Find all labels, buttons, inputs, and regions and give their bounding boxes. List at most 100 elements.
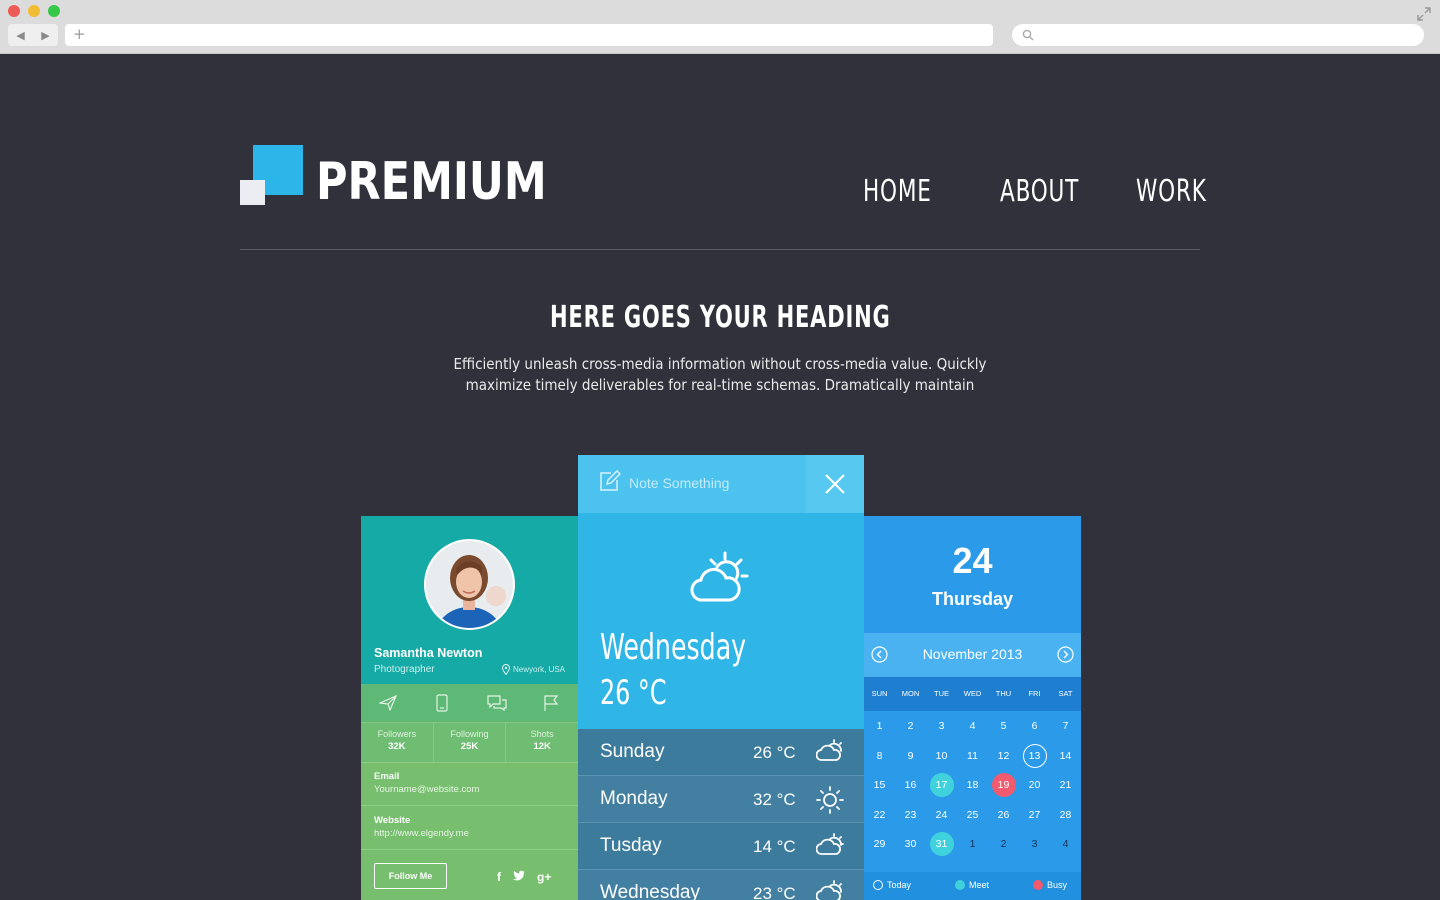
twitter-icon[interactable] [513, 870, 525, 881]
calendar-day[interactable]: 1 [864, 712, 895, 741]
stat-label: Shots [530, 729, 554, 739]
calendar-day[interactable]: 3 [1019, 830, 1050, 859]
calendar-day[interactable]: 28 [1050, 801, 1081, 830]
calendar-day[interactable]: 16 [895, 771, 926, 800]
calendar-day[interactable]: 6 [1019, 712, 1050, 741]
profile-contact: Email Yourname@website.com Website http:… [361, 762, 578, 900]
nav-about[interactable]: ABOUT [1000, 172, 1079, 212]
new-tab-icon[interactable]: + [73, 25, 86, 43]
calendar-day[interactable]: 2 [895, 712, 926, 741]
nav-work[interactable]: WORK [1136, 172, 1207, 212]
note-input[interactable]: Note Something [629, 475, 729, 491]
calendar-day-number: 24 [935, 808, 948, 821]
brand-name[interactable]: PREMIUM [316, 152, 547, 212]
website-label: Website [374, 815, 411, 826]
calendar-day-number: 2 [907, 720, 914, 732]
note-bar: Note Something [578, 455, 864, 513]
legend-today: Today [873, 880, 911, 890]
close-icon [825, 474, 845, 494]
calendar-day[interactable]: 7 [1050, 712, 1081, 741]
address-bar[interactable]: + [65, 24, 993, 46]
calendar-day[interactable]: 15 [864, 771, 895, 800]
calendar-day[interactable]: 22 [864, 801, 895, 830]
avatar[interactable] [424, 539, 515, 630]
calendar-day[interactable]: 19 [988, 771, 1019, 800]
calendar-day[interactable]: 18 [957, 771, 988, 800]
contact-divider [361, 805, 578, 806]
stat-shots[interactable]: Shots 12K [506, 723, 578, 762]
calendar-day[interactable]: 20 [1019, 771, 1050, 800]
stat-label: Followers [377, 729, 417, 739]
calendar-day-number: 11 [967, 749, 978, 762]
calendar-day[interactable]: 25 [957, 801, 988, 830]
calendar-day[interactable]: 3 [926, 712, 957, 741]
calendar-day-number: 31 [929, 832, 954, 856]
location-pin-icon [502, 664, 510, 675]
calendar-day[interactable]: 24 [926, 801, 957, 830]
calendar-day[interactable]: 27 [1019, 801, 1050, 830]
calendar-day[interactable]: 9 [895, 742, 926, 771]
calendar-day[interactable]: 29 [864, 830, 895, 859]
flag-icon[interactable] [524, 684, 578, 722]
calendar-day[interactable]: 23 [895, 801, 926, 830]
email-value[interactable]: Yourname@website.com [374, 784, 479, 795]
forecast-row[interactable]: Wednesday 23 °C [578, 870, 864, 900]
calendar-day[interactable]: 11 [957, 742, 988, 771]
weekday-label: FRI [1028, 689, 1041, 698]
chevron-right-icon[interactable] [1057, 646, 1074, 663]
logo-mark[interactable] [240, 145, 304, 205]
profile-location: Newyork, USA [502, 664, 565, 675]
calendar-day[interactable]: 1 [957, 830, 988, 859]
close-window-button[interactable] [8, 5, 20, 17]
hero-line-1: Efficiently unleash cross-media informat… [453, 355, 987, 373]
forecast-temp: 23 °C [753, 884, 796, 900]
stat-followers[interactable]: Followers 32K [361, 723, 434, 762]
send-icon[interactable] [361, 684, 415, 722]
forecast-row[interactable]: Sunday 26 °C [578, 729, 864, 776]
minimize-window-button[interactable] [28, 5, 40, 17]
phone-icon[interactable] [415, 684, 469, 722]
forecast-temp: 14 °C [753, 837, 796, 856]
forecast-row[interactable]: Tusday 14 °C [578, 823, 864, 870]
calendar-day[interactable]: 2 [988, 830, 1019, 859]
facebook-icon[interactable]: f [497, 870, 501, 884]
calendar-day[interactable]: 4 [957, 712, 988, 741]
calendar-day-number: 26 [997, 808, 1010, 821]
legend-meet: Meet [955, 880, 989, 890]
calendar-day[interactable]: 17 [926, 771, 957, 800]
calendar-card: 24 Thursday November 2013 SUN MON TUE WE… [864, 516, 1081, 900]
back-icon[interactable]: ◀ [16, 29, 24, 42]
forecast-row[interactable]: Monday 32 °C [578, 776, 864, 823]
meet-dot [955, 880, 965, 890]
stat-following[interactable]: Following 25K [434, 723, 507, 762]
maximize-window-button[interactable] [48, 5, 60, 17]
calendar-day[interactable]: 5 [988, 712, 1019, 741]
close-note-button[interactable] [806, 455, 864, 513]
calendar-day[interactable]: 10 [926, 742, 957, 771]
calendar-day-number: 29 [873, 838, 886, 850]
legend-busy: Busy [1033, 880, 1067, 890]
google-plus-icon[interactable]: g+ [537, 870, 551, 884]
weekday-label: SAT [1058, 689, 1073, 698]
chat-icon[interactable] [470, 684, 524, 722]
calendar-day[interactable]: 31 [926, 830, 957, 859]
calendar-day-number: 7 [1062, 720, 1069, 732]
forward-icon[interactable]: ▶ [41, 29, 49, 42]
calendar-day[interactable]: 14 [1050, 742, 1081, 771]
weekday-label: THU [995, 689, 1012, 698]
busy-dot [1033, 880, 1043, 890]
calendar-day[interactable]: 8 [864, 742, 895, 771]
browser-search-input[interactable] [1012, 24, 1424, 46]
calendar-day[interactable]: 26 [988, 801, 1019, 830]
follow-button[interactable]: Follow Me [374, 863, 447, 889]
website-value[interactable]: http://www.elgendy.me [374, 828, 469, 839]
calendar-day-number: 8 [876, 749, 883, 762]
stat-value: 25K [460, 741, 479, 752]
calendar-day[interactable]: 21 [1050, 771, 1081, 800]
calendar-day[interactable]: 30 [895, 830, 926, 859]
calendar-day[interactable]: 13 [1019, 742, 1050, 771]
nav-home[interactable]: HOME [863, 172, 932, 212]
fullscreen-icon[interactable] [1416, 6, 1432, 22]
calendar-day[interactable]: 4 [1050, 830, 1081, 859]
calendar-day[interactable]: 12 [988, 742, 1019, 771]
